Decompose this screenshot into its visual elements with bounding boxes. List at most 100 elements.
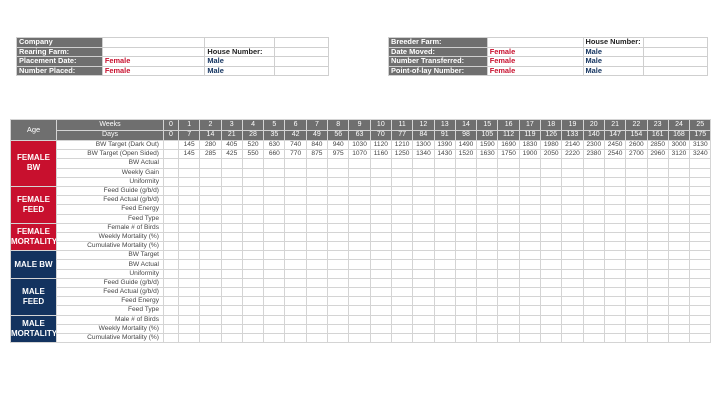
week-number: 9 [348, 119, 371, 131]
data-cell [582, 332, 605, 344]
data-cell [667, 296, 691, 307]
data-cell [603, 268, 627, 279]
data-cell [327, 241, 350, 252]
data-cell [412, 222, 435, 233]
data-cell [625, 176, 648, 187]
data-cell [518, 231, 542, 243]
data-cell [263, 250, 286, 261]
data-cell [284, 305, 307, 316]
data-cell [220, 176, 243, 187]
data-cell [220, 296, 243, 307]
data-cell [433, 250, 456, 261]
data-cell [625, 250, 648, 261]
data-cell: 1630 [476, 149, 499, 160]
data-cell: 1390 [433, 139, 456, 151]
data-cell [625, 286, 648, 298]
data-cell [476, 222, 499, 233]
data-cell [476, 277, 499, 289]
data-cell [518, 241, 542, 252]
data-cell [220, 167, 243, 178]
data-cell [241, 314, 265, 325]
data-cell [390, 204, 414, 215]
data-cell [163, 231, 179, 243]
data-cell [625, 222, 648, 233]
data-cell [582, 268, 605, 279]
data-cell [220, 305, 243, 316]
data-cell [199, 231, 222, 243]
week-number: 17 [518, 119, 542, 131]
data-cell [305, 185, 329, 197]
data-cell [476, 314, 499, 325]
data-cell [497, 314, 520, 325]
data-cell [412, 241, 435, 252]
day-number: 105 [476, 129, 499, 141]
data-cell [540, 241, 563, 252]
data-cell [646, 268, 669, 279]
info-row: Point-of-lay Number: Female Male [388, 65, 709, 77]
breeder-info-table: Breeder Farm: House Number: Date Moved: Fem… [388, 37, 709, 77]
data-cell [603, 176, 627, 187]
row-label: Female # of Birds [56, 222, 164, 233]
data-cell: 660 [263, 149, 286, 160]
data-cell [390, 213, 414, 224]
data-cell [220, 241, 243, 252]
data-cell [220, 332, 243, 344]
data-cell [327, 332, 350, 344]
data-cell [646, 204, 669, 215]
data-cell [646, 241, 669, 252]
data-cell [689, 222, 712, 233]
data-cell [348, 231, 371, 243]
data-row: MALE MORTALITY Male # of Birds [10, 314, 712, 344]
data-cell: 630 [263, 139, 286, 151]
week-number: 14 [454, 119, 478, 131]
data-cell [241, 323, 265, 334]
row-label: Feed Type [56, 305, 164, 316]
data-cell [163, 167, 179, 178]
data-cell [454, 314, 478, 325]
data-cell [305, 250, 329, 261]
data-cell: 520 [241, 139, 265, 151]
week-number: 25 [689, 119, 712, 131]
data-cell: 2140 [561, 139, 584, 151]
data-cell [518, 277, 542, 289]
data-cell [305, 286, 329, 298]
data-cell [454, 259, 478, 270]
data-cell [646, 222, 669, 233]
data-cell [561, 158, 584, 169]
day-number: 140 [582, 129, 605, 141]
row-label: Feed Type [56, 213, 164, 224]
data-cell [177, 332, 201, 344]
week-number: 20 [582, 119, 605, 131]
week-number: 1 [177, 119, 201, 131]
data-row: Cumulative Mortality (%) [11, 332, 712, 344]
data-cell [454, 222, 478, 233]
data-cell [540, 158, 563, 169]
data-cell [412, 296, 435, 307]
day-number: 35 [263, 129, 286, 141]
data-row: FEMALE MORTALITY Female # of Birds [10, 222, 712, 252]
info-label-secondary: House Number: [582, 37, 644, 48]
data-cell [454, 231, 478, 243]
data-cell [163, 305, 179, 316]
data-cell [497, 296, 520, 307]
data-cell: 405 [220, 139, 243, 151]
data-cell [241, 195, 265, 206]
data-cell [540, 332, 563, 344]
data-cell [433, 241, 456, 252]
data-cell [582, 296, 605, 307]
data-cell [390, 241, 414, 252]
data-cell [369, 176, 392, 187]
data-cell [390, 259, 414, 270]
data-cell [603, 296, 627, 307]
data-cell [163, 213, 179, 224]
data-cell [561, 204, 584, 215]
data-cell [667, 167, 691, 178]
data-row: FEMALE FEED Feed Guide (g/b/d) [10, 185, 712, 224]
data-cell [163, 314, 179, 325]
data-cell [284, 323, 307, 334]
week-number: 16 [497, 119, 520, 131]
week-number: 10 [369, 119, 392, 131]
days-label: Days [56, 129, 164, 141]
data-cell [369, 195, 392, 206]
data-cell: 1340 [412, 149, 435, 160]
